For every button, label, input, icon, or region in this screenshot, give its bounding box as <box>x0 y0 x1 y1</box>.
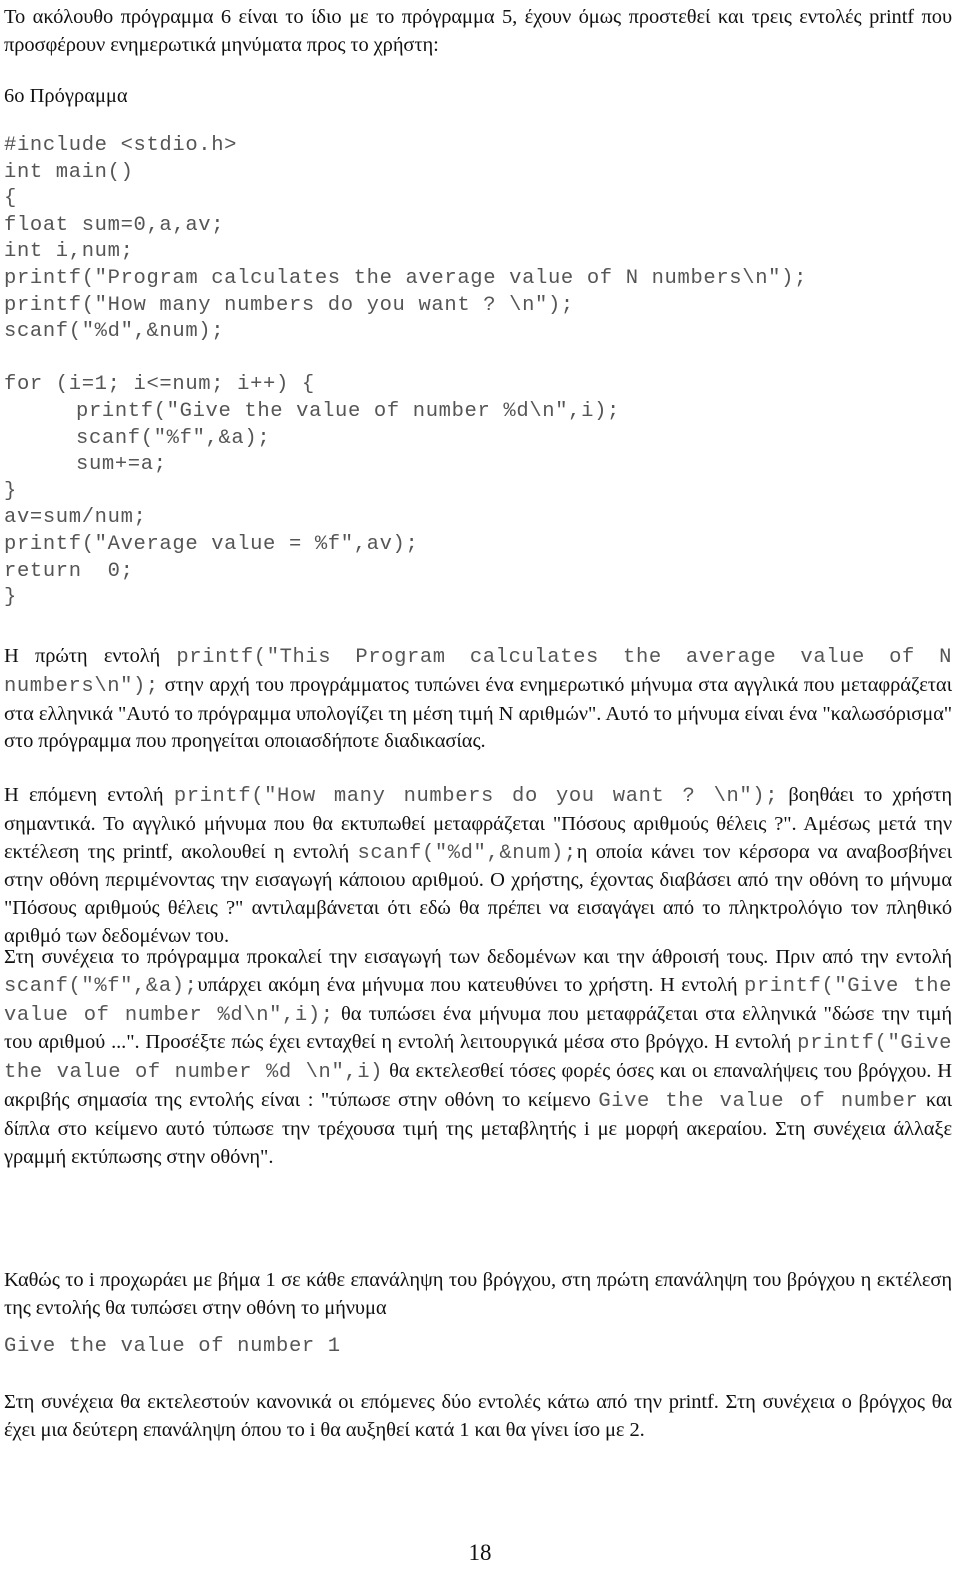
paragraph-first-printf: Η πρώτη εντολή printf("This Program calc… <box>4 643 952 756</box>
inline-code: Give the value of number <box>598 1089 919 1113</box>
code-line: sum+=a; <box>76 453 167 477</box>
text: Η επόμενη εντολή <box>4 784 174 806</box>
text: Στη συνέχεια το πρόγραμμα προκαλεί την ε… <box>4 946 952 968</box>
code-line: { <box>4 187 17 211</box>
code-line: float sum=0,a,av; <box>4 213 225 237</box>
code-listing: #include <stdio.h> int main() { float su… <box>4 133 952 612</box>
code-line: av=sum/num; <box>4 506 147 530</box>
paragraph-loop-input: Στη συνέχεια το πρόγραμμα προκαλεί την ε… <box>4 944 952 1171</box>
text: Η πρώτη εντολή <box>4 645 177 667</box>
code-line: return 0; <box>4 559 134 583</box>
code-line: printf("Give the value of number %d\n",i… <box>76 399 620 423</box>
inline-code: scanf("%f",&a); <box>4 974 198 998</box>
code-line: } <box>4 586 17 610</box>
paragraph-loop-step: Καθώς το i προχωράει με βήμα 1 σε κάθε ε… <box>4 1269 952 1319</box>
paragraph-second-iteration: Στη συνέχεια θα εκτελεστούν κανονικά οι … <box>4 1391 952 1441</box>
output-example: Give the value of number 1 <box>4 1335 341 1358</box>
program-heading: 6ο Πρόγραμμα <box>4 85 128 107</box>
inline-code: scanf("%d",&num); <box>357 841 577 865</box>
page-number: 18 <box>468 1540 492 1565</box>
code-line: #include <stdio.h> <box>4 134 238 157</box>
text: υπάρχει ακόμη ένα μήνυμα που κατευθύνει … <box>197 973 745 996</box>
code-line: int main() <box>4 160 134 184</box>
paragraph-second-printf: Η επόμενη εντολή printf("How many number… <box>4 782 952 951</box>
code-line: } <box>4 479 17 503</box>
code-line: printf("How many numbers do you want ? \… <box>4 293 574 317</box>
inline-code: printf("How many numbers do you want ? \… <box>173 785 779 808</box>
code-line: printf("Average value = %f",av); <box>4 532 419 556</box>
code-line: int i,num; <box>4 240 134 264</box>
code-line: scanf("%f",&a); <box>76 426 271 450</box>
intro-paragraph: Το ακόλουθο πρόγραμμα 6 είναι το ίδιο με… <box>4 6 952 56</box>
code-line: printf("Program calculates the average v… <box>4 266 808 290</box>
code-line: scanf("%d",&num); <box>4 320 225 344</box>
code-line: for (i=1; i<=num; i++) { <box>4 373 315 397</box>
